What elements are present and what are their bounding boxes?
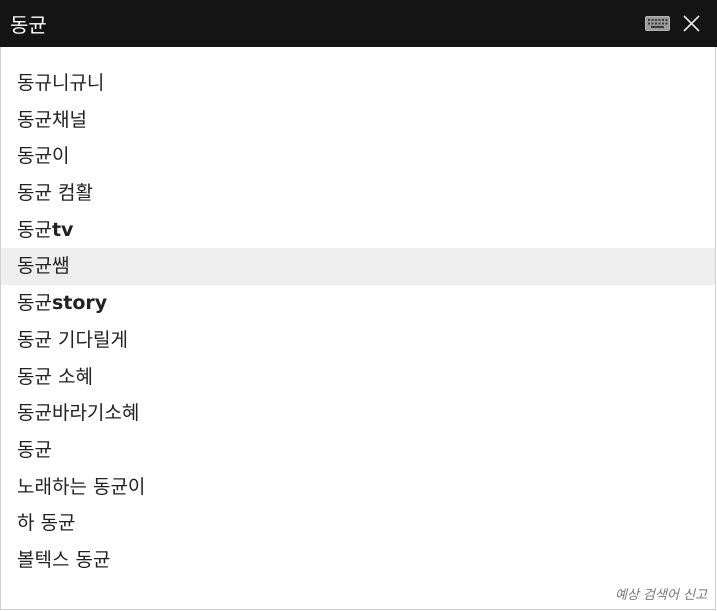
suggestion-prefix: 동균채널: [17, 108, 87, 131]
suggestion-item[interactable]: 동균 소혜: [1, 359, 715, 396]
suggestion-item[interactable]: 동균: [1, 432, 715, 469]
suggestion-prefix: 동규니규니: [17, 72, 105, 94]
suggestion-prefix: 하 동균: [17, 512, 76, 535]
suggestion-prefix: 볼텍스 동균: [17, 548, 111, 571]
suggestion-prefix: 동균쌤: [17, 255, 70, 278]
suggestion-item[interactable]: 노래하는 동균이: [1, 469, 715, 506]
suggestion-item[interactable]: 동균 컴활: [1, 175, 715, 212]
suggestion-item[interactable]: 하 동균: [1, 505, 715, 542]
suggestion-prefix: 동균 기다릴게: [17, 328, 128, 351]
suggestion-item[interactable]: 볼텍스 동균: [1, 542, 715, 579]
suggestion-completion: story: [51, 292, 108, 315]
keyboard-icon[interactable]: [645, 16, 670, 31]
suggestion-dropdown: 동규니규니 동균채널 동균이 동균 컴활 동균tv 동균쌤 동균story 동균 기다릴게 동균…: [0, 47, 716, 610]
suggestion-prefix: 동균바라기소혜: [17, 402, 140, 425]
close-icon[interactable]: [683, 15, 700, 32]
suggestion-item[interactable]: 동균 기다릴게: [1, 322, 715, 359]
report-suggestions-link[interactable]: 예상 검색어 신고: [615, 584, 707, 603]
suggestion-item[interactable]: 동규니규니: [1, 65, 715, 102]
suggestion-item[interactable]: 동균이: [1, 138, 715, 175]
suggestion-prefix: 동균: [17, 438, 52, 461]
suggestion-prefix: 동균: [17, 218, 52, 241]
suggestion-item[interactable]: 동균바라기소혜: [1, 395, 715, 432]
suggestion-prefix: 동균이: [17, 145, 70, 168]
suggestion-item[interactable]: 동균쌤: [1, 248, 715, 286]
suggestion-list: 동규니규니 동균채널 동균이 동균 컴활 동균tv 동균쌤 동균story 동균 기다릴게 동균…: [1, 65, 715, 579]
search-input[interactable]: [10, 8, 610, 38]
suggestion-prefix: 동균 컴활: [17, 182, 93, 205]
suggestion-item[interactable]: 동균채널: [1, 102, 715, 139]
suggestion-prefix: 노래하는 동균이: [17, 475, 146, 498]
suggestion-prefix: 동균: [17, 292, 52, 315]
suggestion-completion: tv: [51, 218, 74, 241]
suggestion-item[interactable]: 동균story: [1, 285, 715, 322]
suggestion-item[interactable]: 동균tv: [1, 212, 715, 249]
suggestion-prefix: 동균 소혜: [17, 365, 93, 388]
search-bar: [0, 0, 717, 47]
